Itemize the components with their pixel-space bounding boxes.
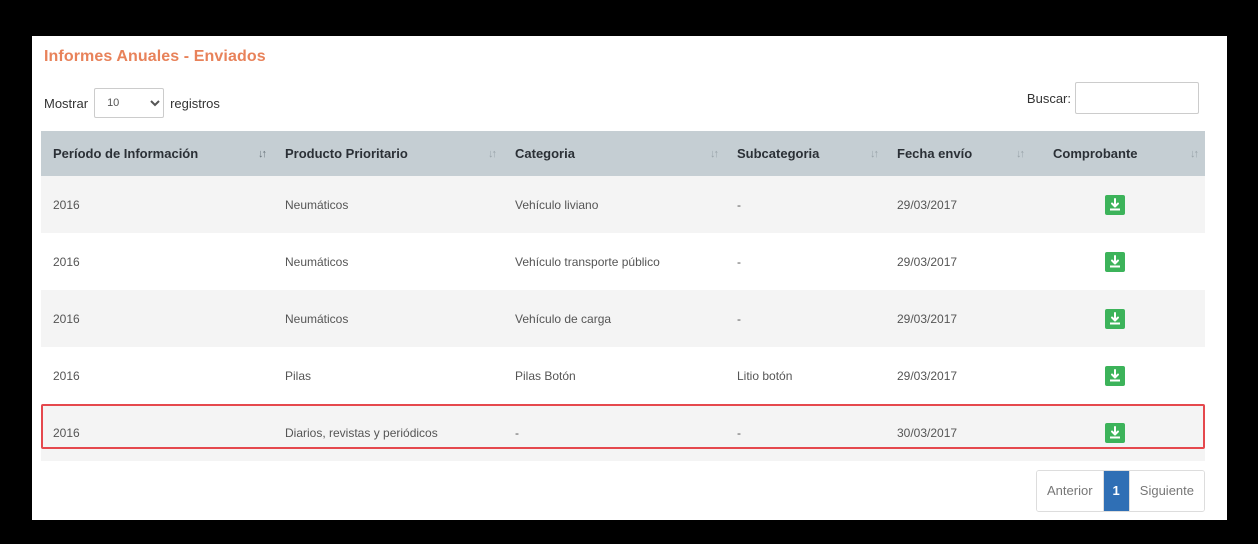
column-header-label: Comprobante	[1053, 146, 1138, 161]
download-icon[interactable]	[1105, 365, 1125, 386]
table-row: 2016 Pilas Pilas Botón Litio botón 29/03/201…	[41, 347, 1205, 404]
length-control: Mostrar 10 registros	[44, 88, 220, 118]
cell-periodo: 2016	[41, 290, 273, 347]
cell-categoria: -	[503, 404, 725, 461]
cell-categoria: Vehículo transporte público	[503, 233, 725, 290]
column-header-label: Producto Prioritario	[285, 146, 408, 161]
cell-comprobante	[1031, 233, 1205, 290]
length-suffix-label: registros	[170, 95, 220, 111]
records-per-page-select[interactable]: 10	[94, 88, 165, 118]
cell-categoria: Vehículo de carga	[503, 290, 725, 347]
cell-comprobante	[1031, 290, 1205, 347]
cell-categoria: Pilas Botón	[503, 347, 725, 404]
download-icon[interactable]	[1105, 422, 1125, 443]
search-input[interactable]	[1075, 82, 1199, 114]
column-header-subcategoria[interactable]: Subcategoria ↓↑	[725, 131, 885, 176]
panel: Informes Anuales - Enviados Mostrar 10 r…	[32, 36, 1227, 520]
cell-subcategoria: -	[725, 176, 885, 233]
cell-fecha: 29/03/2017	[885, 347, 1031, 404]
table-row: 2016 Neumáticos Vehículo de carga -29/03/20…	[41, 290, 1205, 347]
sort-icon: ↓↑	[258, 147, 267, 160]
cell-subcategoria: -	[725, 290, 885, 347]
cell-periodo: 2016	[41, 404, 273, 461]
pagination: Anterior 1 Siguiente	[1036, 470, 1205, 512]
download-icon[interactable]	[1105, 308, 1125, 329]
cell-categoria: Vehículo liviano	[503, 176, 725, 233]
cell-producto: Neumáticos	[273, 290, 503, 347]
cell-periodo: 2016	[41, 233, 273, 290]
previous-page-button[interactable]: Anterior	[1037, 471, 1104, 511]
column-header-label: Período de Información	[53, 146, 199, 161]
column-header-label: Categoria	[515, 146, 575, 161]
cell-subcategoria: -	[725, 404, 885, 461]
table-row: 2016 Neumáticos Vehículo liviano -29/03/201…	[41, 176, 1205, 233]
cell-periodo: 2016	[41, 176, 273, 233]
cell-periodo: 2016	[41, 347, 273, 404]
column-header-comprobante[interactable]: Comprobante ↓↑	[1031, 131, 1205, 176]
column-header-label: Fecha envío	[897, 146, 973, 161]
cell-comprobante	[1031, 347, 1205, 404]
sort-icon: ↓↑	[488, 147, 497, 160]
page-1-button[interactable]: 1	[1103, 471, 1130, 511]
page-title: Informes Anuales - Enviados	[44, 48, 266, 65]
cell-fecha: 29/03/2017	[885, 233, 1031, 290]
column-header-categoria[interactable]: Categoria ↓↑	[503, 131, 725, 176]
reports-table: Período de Información ↓↑ Producto Priori…	[41, 131, 1205, 461]
sort-icon: ↓↑	[1016, 147, 1025, 160]
cell-comprobante	[1031, 176, 1205, 233]
cell-producto: Pilas	[273, 347, 503, 404]
column-header-fecha[interactable]: Fecha envío ↓↑	[885, 131, 1031, 176]
cell-fecha: 29/03/2017	[885, 290, 1031, 347]
cell-subcategoria: -	[725, 233, 885, 290]
cell-producto: Diarios, revistas y periódicos	[273, 404, 503, 461]
download-icon[interactable]	[1105, 251, 1125, 272]
sort-icon: ↓↑	[1190, 147, 1199, 160]
length-prefix-label: Mostrar	[44, 95, 89, 111]
cell-producto: Neumáticos	[273, 233, 503, 290]
table-header-row: Período de Información ↓↑ Producto Priori…	[41, 131, 1205, 176]
column-header-producto[interactable]: Producto Prioritario ↓↑	[273, 131, 503, 176]
column-header-periodo[interactable]: Período de Información ↓↑	[41, 131, 273, 176]
table-row: 2016 Neumáticos Vehículo transporte públic…	[41, 233, 1205, 290]
sort-icon: ↓↑	[710, 147, 719, 160]
sort-icon: ↓↑	[870, 147, 879, 160]
download-icon[interactable]	[1105, 194, 1125, 215]
table-row: 2016 Diarios, revistas y periódicos - -30/0…	[41, 404, 1205, 461]
cell-subcategoria: Litio botón	[725, 347, 885, 404]
cell-producto: Neumáticos	[273, 176, 503, 233]
cell-fecha: 29/03/2017	[885, 176, 1031, 233]
cell-comprobante	[1031, 404, 1205, 461]
next-page-button[interactable]: Siguiente	[1129, 471, 1204, 511]
cell-fecha: 30/03/2017	[885, 404, 1031, 461]
search-control: Buscar:	[1027, 82, 1199, 114]
search-label: Buscar:	[1026, 90, 1071, 106]
column-header-label: Subcategoria	[737, 146, 820, 161]
